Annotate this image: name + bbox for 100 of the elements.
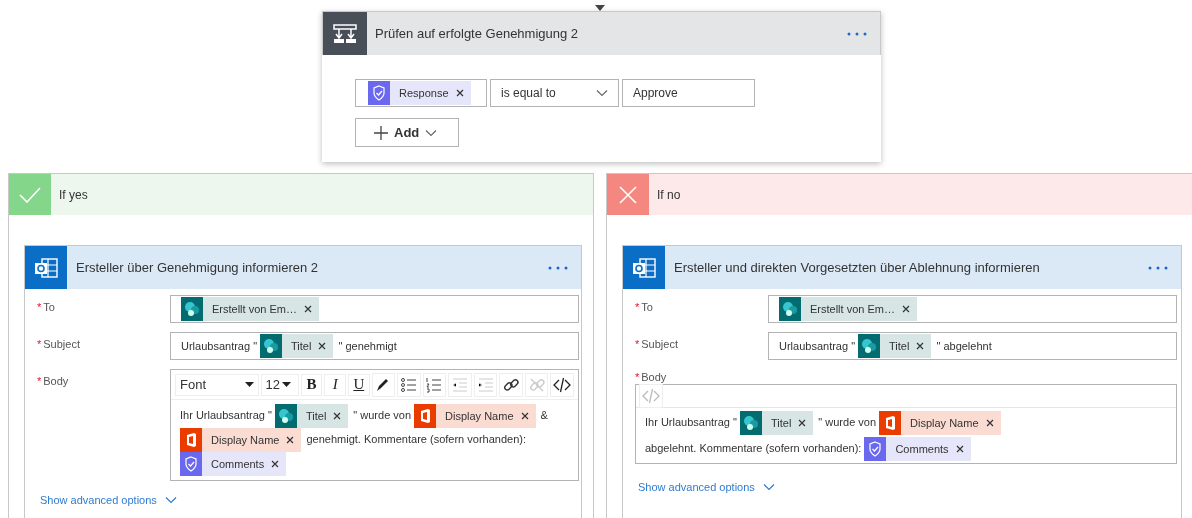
office-icon (879, 411, 902, 436)
operator-dropdown[interactable]: is equal to (490, 79, 619, 107)
required-mark: * (37, 301, 42, 313)
token[interactable]: Titel (260, 334, 334, 358)
italic-button[interactable]: I (324, 373, 346, 396)
token-label: Titel (304, 409, 328, 425)
close-icon[interactable] (901, 305, 910, 313)
circles-icon (739, 411, 762, 436)
close-icon[interactable] (955, 445, 964, 454)
more-icon[interactable] (846, 30, 868, 37)
check-icon (19, 186, 41, 203)
close-icon[interactable] (798, 419, 807, 428)
plus-icon (374, 125, 388, 140)
token[interactable]: Comments (864, 437, 971, 462)
token[interactable]: Display Name (414, 404, 536, 429)
field-text: (sofern vorhanden): (765, 442, 862, 455)
shield-check-icon (864, 437, 887, 462)
token-label: Display Name (444, 409, 515, 425)
circles-icon (858, 334, 881, 358)
chevron-icon (762, 483, 775, 492)
field-label: To (43, 301, 55, 313)
close-icon[interactable] (303, 305, 312, 313)
close-icon[interactable] (985, 419, 994, 428)
close-icon[interactable] (271, 460, 280, 469)
field-label: Body (641, 371, 667, 383)
advanced-options-link[interactable]: Show advanced options (638, 481, 775, 494)
field-label: Body (43, 375, 69, 387)
field-text: Approve (633, 86, 678, 100)
close-icon[interactable] (520, 412, 529, 421)
token-label: Titel (769, 416, 793, 432)
font-dropdown[interactable]: Font (175, 373, 260, 396)
circles-icon (274, 404, 297, 429)
input-field[interactable]: Urlaubsantrag " Titel " genehmigt (170, 332, 579, 360)
field-text: " wurde von (818, 416, 877, 428)
caret-icon (245, 382, 255, 387)
token-label: Erstellt von Em… (211, 302, 298, 317)
office-icon (414, 404, 437, 429)
circles-icon (181, 297, 203, 321)
input-field[interactable]: Erstellt von Em… (768, 295, 1177, 323)
advanced-options-link[interactable]: Show advanced options (40, 494, 177, 507)
cross-icon (619, 185, 637, 204)
chevron-icon (425, 128, 438, 137)
field-label: Subject (641, 338, 678, 350)
required-mark: * (635, 301, 640, 313)
value-field[interactable]: Approve (622, 79, 755, 107)
body-editor[interactable]: Ihr Urlaubsantrag " Titel " wurde von Display Name abgelehnt. Kommentare (sofern vorhanden): Comments (635, 384, 1177, 465)
close-icon[interactable] (916, 342, 925, 350)
field-text: & (540, 409, 548, 421)
office-icon (180, 428, 202, 453)
circles-icon (260, 334, 283, 358)
shield-check-icon (368, 81, 390, 105)
close-icon[interactable] (318, 342, 327, 350)
field-text: " abgelehnt (936, 339, 992, 354)
circles-icon (779, 297, 801, 321)
input-field[interactable]: Urlaubsantrag " Titel " abgelehnt (768, 332, 1177, 360)
token[interactable]: Display Name (180, 428, 302, 453)
caret-icon (281, 382, 291, 387)
more-icon[interactable] (1147, 264, 1169, 271)
token[interactable]: Erstellt von Em… (779, 297, 917, 321)
size-dropdown[interactable]: 12 (261, 373, 299, 396)
add-button[interactable]: Add (355, 118, 459, 147)
field-text: Urlaubsantrag " (779, 339, 856, 354)
mail-icon (631, 255, 657, 280)
token[interactable]: Titel (274, 404, 349, 429)
more-icon[interactable] (547, 264, 569, 271)
close-icon[interactable] (455, 89, 464, 97)
token[interactable]: Comments (180, 452, 287, 477)
field-text: " genehmigt (338, 339, 397, 354)
required-mark: * (37, 338, 42, 350)
card-title: Prüfen auf erfolgte Genehmigung 2 (374, 26, 580, 41)
token-label: Comments (894, 442, 950, 458)
token[interactable]: Response (368, 81, 471, 105)
field-text: Ihr Urlaubsantrag " (180, 409, 272, 421)
token[interactable]: Titel (739, 411, 814, 436)
required-mark: * (635, 371, 640, 383)
operand-field[interactable]: Response (355, 79, 487, 107)
underline-button[interactable]: U (348, 373, 370, 396)
branch-label: If no (656, 187, 681, 202)
field-text: " wurde von (353, 409, 412, 421)
field-text: abgelehnt. Kommentare (645, 442, 763, 455)
chevron-icon (596, 89, 608, 97)
condition-icon (332, 22, 358, 45)
shield-check-icon (180, 452, 202, 477)
required-mark: * (635, 338, 640, 350)
close-icon[interactable] (333, 412, 342, 421)
close-icon[interactable] (286, 436, 295, 445)
token[interactable]: Titel (858, 334, 932, 358)
card-title: Ersteller und direkten Vorgesetzten über Ablehnung informieren (673, 260, 1041, 275)
token-label: Display Name (210, 433, 281, 449)
field-label: Subject (43, 338, 80, 350)
input-field[interactable]: Erstellt von Em… (170, 295, 579, 323)
bold-button[interactable]: B (300, 373, 323, 396)
field-text: Urlaubsantrag " (181, 339, 258, 354)
token[interactable]: Display Name (879, 411, 1001, 436)
chevron-icon (164, 496, 177, 505)
field-text: genehmigt. Kommentare (sofern vorhanden): (306, 433, 526, 446)
token[interactable]: Erstellt von Em… (181, 297, 319, 321)
token-label: Display Name (909, 416, 980, 432)
body-editor[interactable]: Font 12 B I U Ihr Urlaubsantrag " Titel " wurde von Display Name & Display Name genehmigt. Kommentare (sofern vorhanden): Comments (170, 369, 579, 482)
token-label: Response (398, 86, 450, 101)
